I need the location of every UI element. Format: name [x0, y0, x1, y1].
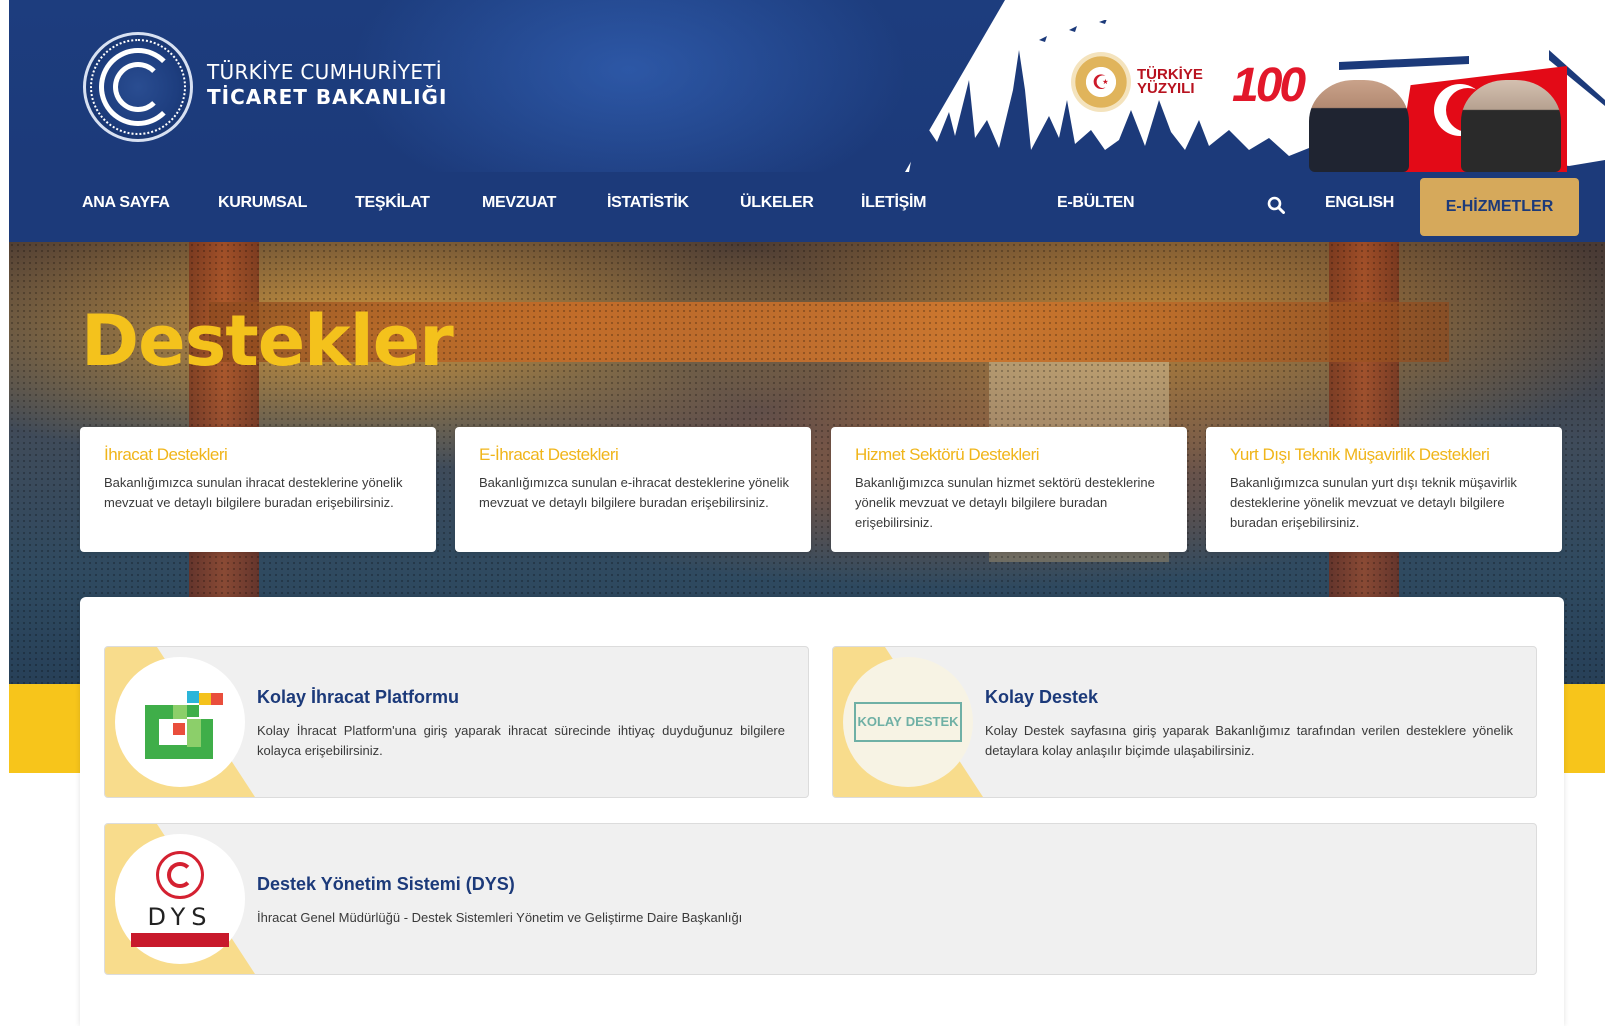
kolay-ihracat-logo [115, 657, 245, 787]
ministry-name-line2: TİCARET BAKANLIĞI [207, 85, 448, 109]
dys-ribbon [131, 933, 229, 947]
nav-ana-sayfa[interactable]: ANA SAYFA [82, 194, 170, 212]
centennial-100-text: 100 [1232, 59, 1306, 112]
kolay-destek-logo: KOLAY DESTEK [843, 657, 973, 787]
card-title: Yurt Dışı Teknik Müşavirlik Destekleri [1230, 445, 1490, 464]
nav-mevzuat[interactable]: MEVZUAT [482, 194, 556, 212]
ministry-name[interactable]: TÜRKİYE CUMHURİYETİ TİCARET BAKANLIĞI [207, 60, 447, 109]
badge-line2: YÜZYILI [1137, 80, 1195, 97]
platform-description: İhracat Genel Müdürlüğü - Destek Sisteml… [257, 910, 743, 925]
nav-kurumsal[interactable]: KURUMSAL [218, 194, 307, 212]
dys-logo-text: DYS [147, 903, 213, 931]
main-navigation: ANA SAYFA KURUMSAL TEŞKİLAT MEVZUAT İSTA… [9, 172, 1605, 242]
card-ihracat-destekleri[interactable]: İhracat Destekleri Bakanlığımızca sunula… [80, 427, 436, 552]
dys-logo: DYS [115, 834, 245, 964]
nav-teskilat[interactable]: TEŞKİLAT [355, 194, 430, 212]
kolay-ihracat-mosaic-icon [137, 679, 223, 765]
dys-seal-icon [156, 851, 204, 899]
card-yurt-disi-teknik-musavirlik[interactable]: Yurt Dışı Teknik Müşavirlik Destekleri B… [1206, 427, 1562, 552]
nav-istatistik[interactable]: İSTATİSTİK [607, 194, 689, 212]
portrait-ataturk [1461, 80, 1561, 172]
turkiye-yuzyili-badge: ☪ TÜRKİYE YÜZYILI [1071, 52, 1203, 112]
card-title: İhracat Destekleri [104, 445, 228, 464]
logo-stars-ring [90, 39, 186, 135]
card-title: E-İhracat Destekleri [479, 445, 619, 464]
card-description: Bakanlığımızca sunulan ihracat destekler… [104, 475, 403, 510]
card-e-ihracat-destekleri[interactable]: E-İhracat Destekleri Bakanlığımızca sunu… [455, 427, 811, 552]
platform-kolay-destek[interactable]: KOLAY DESTEK Kolay Destek Kolay Destek s… [832, 646, 1537, 798]
platform-title: Destek Yönetim Sistemi (DYS) [257, 874, 515, 894]
crescent-star-icon: ☪ [1071, 52, 1131, 112]
dys-seal-ring [167, 862, 193, 888]
nav-ulkeler[interactable]: ÜLKELER [740, 194, 814, 212]
platform-description: Kolay Destek sayfasına giriş yaparak Bak… [985, 723, 1513, 758]
platform-description: Kolay İhracat Platform'una giriş yaparak… [257, 723, 785, 758]
kolay-destek-logo-line1: KOLAY [857, 714, 902, 729]
page-title: Destekler [81, 300, 454, 382]
card-title: Hizmet Sektörü Destekleri [855, 445, 1040, 464]
card-description: Bakanlığımızca sunulan yurt dışı teknik … [1230, 475, 1517, 530]
kolay-destek-logo-line2: DESTEK [905, 714, 959, 729]
search-icon[interactable] [1267, 196, 1285, 214]
card-description: Bakanlığımızca sunulan hizmet sektörü de… [855, 475, 1155, 530]
kolay-destek-wordmark: KOLAY DESTEK [854, 702, 962, 742]
card-hizmet-sektoru-destekleri[interactable]: Hizmet Sektörü Destekleri Bakanlığımızca… [831, 427, 1187, 552]
portrait-president [1309, 80, 1409, 172]
dys-emblem: DYS [131, 851, 229, 947]
site-header: ☪ TÜRKİYE YÜZYILI 100 TÜRKİYE CUMHURİYET… [9, 0, 1605, 242]
platform-dys[interactable]: DYS Destek Yönetim Sistemi (DYS) İhracat… [104, 823, 1537, 975]
nav-iletisim[interactable]: İLETİŞİM [861, 194, 926, 212]
card-description: Bakanlığımızca sunulan e-ihracat destekl… [479, 475, 790, 510]
nav-english[interactable]: ENGLISH [1325, 194, 1394, 212]
platform-title: Kolay İhracat Platformu [257, 687, 460, 707]
ministry-name-line1: TÜRKİYE CUMHURİYETİ [207, 60, 442, 84]
e-hizmetler-button[interactable]: E-HİZMETLER [1420, 178, 1579, 236]
platforms-panel: Kolay İhracat Platformu Kolay İhracat Pl… [80, 597, 1564, 1026]
platform-title: Kolay Destek [985, 687, 1099, 707]
ministry-logo[interactable] [83, 32, 193, 142]
nav-e-bulten[interactable]: E-BÜLTEN [1057, 194, 1135, 212]
platform-kolay-ihracat[interactable]: Kolay İhracat Platformu Kolay İhracat Pl… [104, 646, 809, 798]
